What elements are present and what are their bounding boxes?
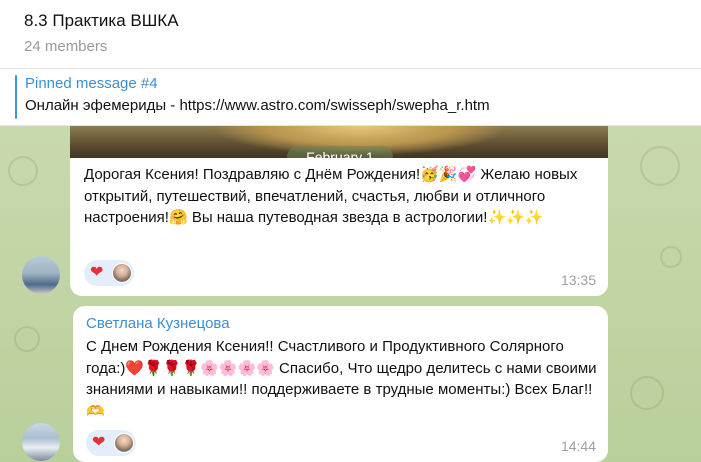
pinned-title: Pinned message #4 xyxy=(25,75,158,92)
reactor-avatar xyxy=(114,433,134,453)
message-bubble[interactable]: Светлана Кузнецова С Днем Рождения Ксени… xyxy=(73,306,608,462)
pinned-indicator xyxy=(15,75,17,119)
pinned-message-bar[interactable]: Pinned message #4 Онлайн эфемериды - htt… xyxy=(0,69,701,126)
heart-icon: ❤ xyxy=(92,434,106,451)
pinned-text: Онлайн эфемериды - https://www.astro.com… xyxy=(25,97,490,114)
message-text: Дорогая Ксения! Поздравляю с Днём Рожден… xyxy=(84,166,578,226)
sender-avatar[interactable] xyxy=(22,256,60,294)
reactor-avatar xyxy=(112,263,132,283)
sender-name[interactable]: Светлана Кузнецова xyxy=(86,315,230,332)
heart-icon: ❤ xyxy=(90,264,104,281)
message-time: 14:44 xyxy=(560,438,596,454)
chat-header[interactable]: 8.3 Практика ВШКА 24 members xyxy=(0,0,701,69)
message-time: 13:35 xyxy=(560,272,596,288)
message-bubble[interactable]: Дорогая Ксения! Поздравляю с Днём Рожден… xyxy=(70,158,608,296)
member-count: 24 members xyxy=(24,38,108,55)
chat-title[interactable]: 8.3 Практика ВШКА xyxy=(24,11,179,31)
reaction-chip[interactable]: ❤ xyxy=(84,260,134,286)
sender-avatar[interactable] xyxy=(22,423,60,461)
reaction-chip[interactable]: ❤ xyxy=(86,430,136,456)
message-text: С Днем Рождения Ксения!! Счастливого и П… xyxy=(86,338,597,420)
